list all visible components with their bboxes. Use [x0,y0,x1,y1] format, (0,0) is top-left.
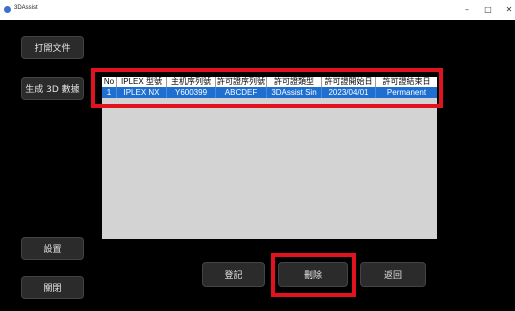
close-window-icon[interactable]: ✕ [503,4,515,16]
table-cell: 3DAssist Sin [267,87,322,98]
open-file-button[interactable]: 打開文件 [21,36,84,59]
delete-button[interactable]: 刪除 [278,262,348,287]
table-cell: IPLEX NX [117,87,167,98]
close-button[interactable]: 關閉 [21,276,84,299]
column-header-serial[interactable]: 主机序列號 [167,77,216,87]
back-button[interactable]: 返回 [360,262,426,287]
maximize-icon[interactable]: □ [482,4,494,16]
table-row[interactable]: 1 IPLEX NX Y600399 ABCDEF 3DAssist Sin 2… [102,87,437,98]
column-header-model[interactable]: IPLEX 型號 [117,77,167,87]
table-cell: Permanent [386,88,427,97]
app-icon [4,6,11,13]
table-cell: 2023/04/01 [322,87,376,98]
license-table[interactable]: No IPLEX 型號 主机序列號 許可證序列號 許可證類型 許可證開始日 許可… [102,77,437,239]
window-title: 3DAssist [14,5,38,11]
minimize-icon[interactable]: – [461,4,473,16]
table-header: No IPLEX 型號 主机序列號 許可證序列號 許可證類型 許可證開始日 許可… [102,77,437,87]
column-header-no[interactable]: No [102,77,117,87]
column-header-end-date[interactable]: 許可證結束日 [376,77,437,87]
title-bar: 3DAssist – □ ✕ [0,0,515,20]
table-cell: Y600399 [167,87,216,98]
column-header-start-date[interactable]: 許可證開始日 [322,77,376,87]
column-header-license-type[interactable]: 許可證類型 [267,77,322,87]
register-button[interactable]: 登記 [202,262,265,287]
generate-3d-data-button[interactable]: 生成 3D 數據 [21,77,84,100]
table-cell: ABCDEF [216,87,267,98]
column-header-license-serial[interactable]: 許可證序列號 [216,77,267,87]
table-cell: 1 [102,87,117,98]
settings-button[interactable]: 設置 [21,237,84,260]
